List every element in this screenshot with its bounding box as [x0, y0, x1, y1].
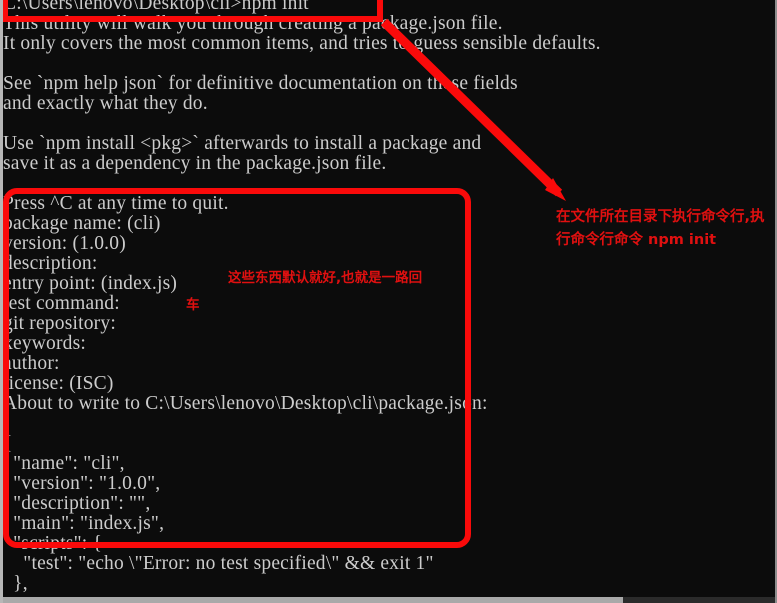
- horizontal-scrollbar[interactable]: [3, 597, 775, 603]
- console-window: C:\Users\lenovo\Desktop\cli>npm init This…: [0, 0, 777, 603]
- annotation-rect-prompts: [3, 188, 471, 548]
- console-line: It only covers the most common items, an…: [3, 33, 601, 54]
- console-line: save it as a dependency in the package.j…: [3, 153, 387, 174]
- window-left-edge: [0, 0, 3, 603]
- console-line: See `npm help json` for definitive docum…: [3, 73, 518, 94]
- console-line: "test": "echo \"Error: no test specified…: [3, 553, 434, 574]
- console-line: },: [3, 573, 28, 594]
- annotation-note-middle-line2: 车: [186, 297, 200, 313]
- annotation-rect-command: [2, 0, 383, 22]
- annotation-note-middle-line1: 这些东西默认就好,也就是一路回: [228, 270, 423, 286]
- annotation-note-right: 在文件所在目录下执行命令行,执行命令行命令 npm init: [556, 209, 765, 248]
- console-line: Use `npm install <pkg>` afterwards to in…: [3, 133, 482, 154]
- console-line: and exactly what they do.: [3, 93, 208, 114]
- horizontal-scroll-thumb[interactable]: [3, 597, 623, 603]
